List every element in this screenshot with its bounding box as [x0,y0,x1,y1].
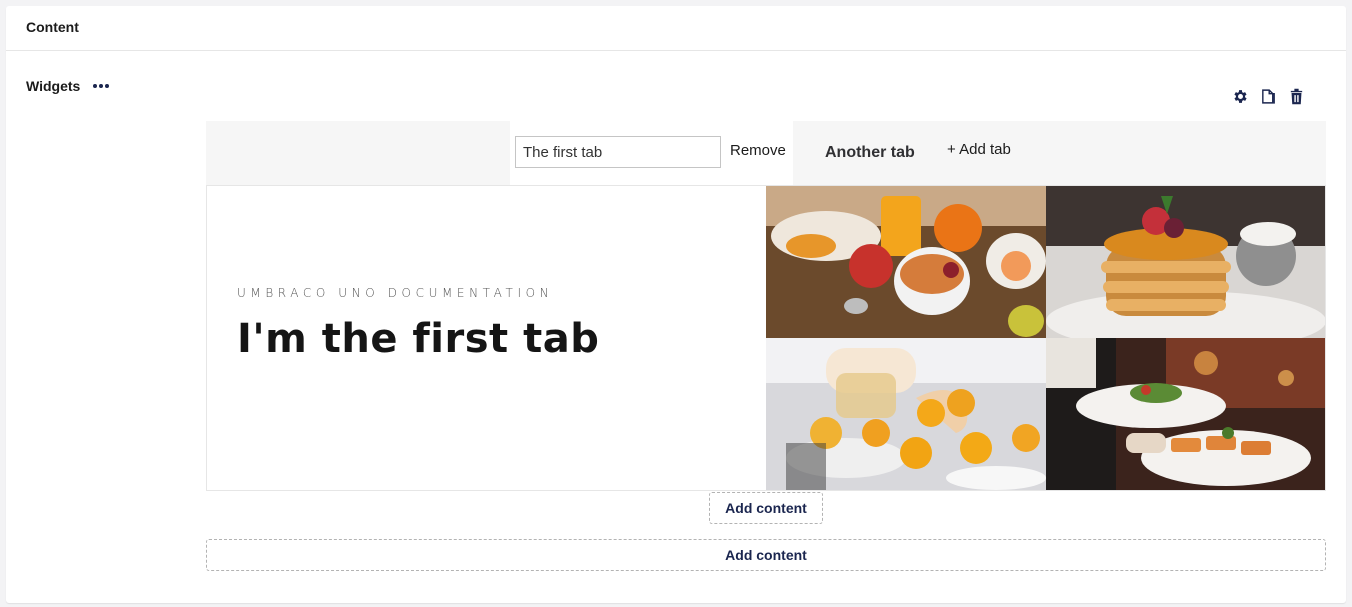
text-area: UMBRACO UNO DOCUMENTATION I'm the first … [237,186,757,490]
tab-first[interactable]: Remove [510,121,793,185]
breakfast-table-photo [766,186,1046,338]
tab-content-block[interactable]: UMBRACO UNO DOCUMENTATION I'm the first … [206,185,1326,491]
pancake-stack-photo [1046,186,1325,338]
copy-icon[interactable] [1259,87,1277,105]
tab-name-input[interactable] [515,136,721,168]
content-panel: Content Widgets Remove Another tab + Add… [6,6,1346,603]
panel-title: Content [26,19,79,35]
panel-header: Content [6,6,1346,51]
add-content-inline-button[interactable]: Add content [709,492,823,524]
add-tab-button[interactable]: + Add tab [947,141,1011,158]
add-content-button[interactable]: Add content [206,539,1326,571]
gear-icon[interactable] [1231,87,1249,105]
remove-tab-button[interactable]: Remove [730,142,786,159]
block-actions [1231,87,1305,105]
ellipsis-icon[interactable] [90,78,112,94]
property-label: Widgets [26,78,81,94]
headline: I'm the first tab [237,316,600,362]
image-gallery [766,186,1325,490]
tabs-bar: Remove Another tab + Add tab [206,121,1326,185]
trash-icon[interactable] [1287,87,1305,105]
eyebrow-text: UMBRACO UNO DOCUMENTATION [237,286,554,300]
tab-another[interactable]: Another tab [825,144,915,162]
waiter-serving-photo [1046,338,1325,490]
chef-plating-photo [766,338,1046,490]
